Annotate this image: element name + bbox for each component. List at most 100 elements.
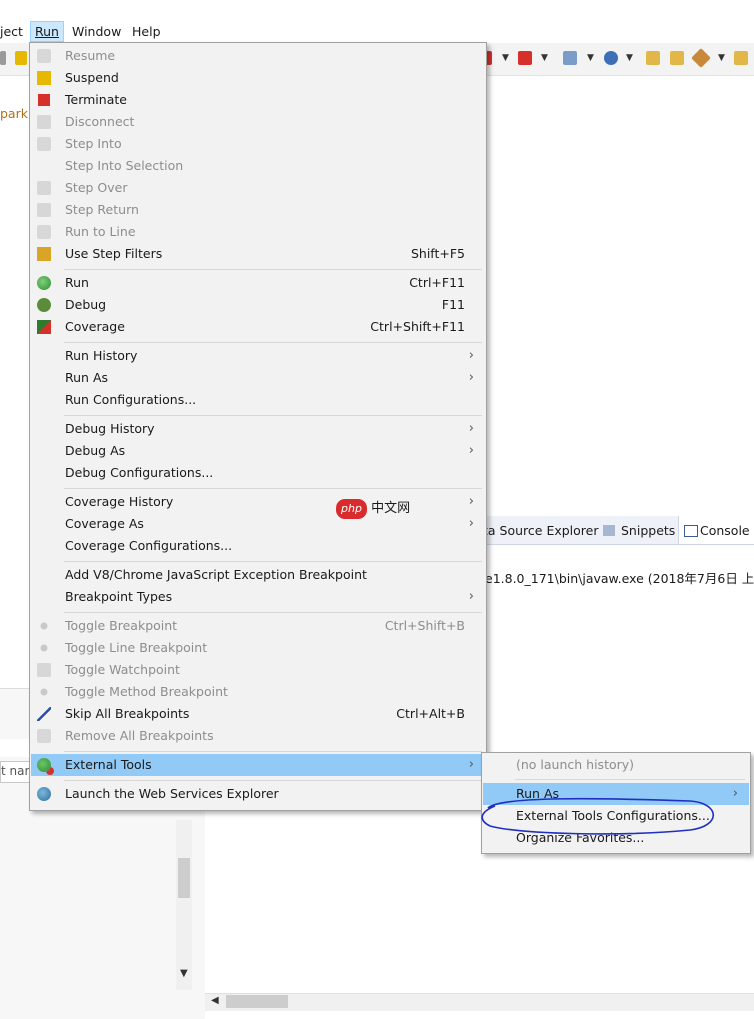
menu-item-step-into-selection[interactable]: Step Into Selection [31,155,485,177]
watchpoint-icon [37,663,51,677]
chevron-down-icon[interactable]: ▼ [626,53,633,63]
menu-item-label: Coverage As [65,516,144,531]
toolbar-open-folder-icon[interactable] [670,51,684,65]
submenu-item-run-as[interactable]: Run As › [483,783,749,805]
chevron-right-icon: › [468,443,474,458]
menu-item-run-to-line[interactable]: Run to Line [31,221,485,243]
chevron-down-icon[interactable]: ▼ [587,53,594,63]
web-services-icon [37,787,51,801]
submenu-item-external-tools-configurations[interactable]: External Tools Configurations... [483,805,749,827]
menu-item-resume[interactable]: Resume [31,45,485,67]
menu-item-toggle-line-breakpoint[interactable]: Toggle Line Breakpoint [31,637,485,659]
menu-item-label: External Tools Configurations... [516,808,710,823]
chevron-down-icon[interactable]: ▼ [541,53,548,63]
menu-item-run-as[interactable]: Run As › [31,367,485,389]
menu-item-label: Debug History [65,421,155,436]
menu-item-add-v8-exception-breakpoint[interactable]: Add V8/Chrome JavaScript Exception Break… [31,564,485,586]
left-lower-toolbar [0,739,30,757]
menu-item-coverage-configurations[interactable]: Coverage Configurations... [31,535,485,557]
chevron-right-icon: › [468,421,474,436]
menu-item-toggle-method-breakpoint[interactable]: Toggle Method Breakpoint [31,681,485,703]
tab-snippets[interactable]: Snippets [621,523,675,538]
external-tools-submenu: (no launch history) Run As › External To… [481,752,751,854]
menu-item-toggle-watchpoint[interactable]: Toggle Watchpoint [31,659,485,681]
menu-item-label: Debug [65,297,107,312]
menu-item-skip-all-breakpoints[interactable]: Skip All Breakpoints Ctrl+Alt+B [31,703,485,725]
menu-item-toggle-breakpoint[interactable]: Toggle Breakpoint Ctrl+Shift+B [31,615,485,637]
menu-item-label: Run History [65,348,138,363]
menu-item-run-configurations[interactable]: Run Configurations... [31,389,485,411]
menu-separator [64,612,482,613]
menu-item-debug-configurations[interactable]: Debug Configurations... [31,462,485,484]
chevron-down-icon[interactable]: ▼ [718,53,725,63]
vertical-scrollbar[interactable] [176,820,192,990]
menu-item-step-return[interactable]: Step Return [31,199,485,221]
chevron-down-icon[interactable]: ▼ [502,53,509,63]
project-name-fragment[interactable]: park [0,106,28,121]
menu-item-coverage-as[interactable]: Coverage As › [31,513,485,535]
resume-icon [37,49,51,63]
menu-item-run-history[interactable]: Run History › [31,345,485,367]
menu-separator [64,780,482,781]
toolbar-open-icon[interactable] [646,51,660,65]
run-to-line-icon [37,225,51,239]
terminate-icon [38,94,50,106]
menu-window[interactable]: Window [68,22,125,41]
horizontal-scroll-thumb[interactable] [226,995,288,1008]
menu-item-label: Organize Favorites... [516,830,645,845]
menu-item-label: Add V8/Chrome JavaScript Exception Break… [65,567,367,582]
menu-item-step-over[interactable]: Step Over [31,177,485,199]
menu-item-debug-as[interactable]: Debug As › [31,440,485,462]
menu-item-breakpoint-types[interactable]: Breakpoint Types › [31,586,485,608]
menu-item-use-step-filters[interactable]: Use Step Filters Shift+F5 [31,243,485,265]
toolbar-class-icon[interactable] [604,51,618,65]
toolbar-suspend-icon[interactable] [15,51,27,65]
menu-item-label: Terminate [65,92,127,107]
menu-item-coverage-history[interactable]: Coverage History › [31,491,485,513]
toolbar-folder-icon[interactable] [734,51,748,65]
menu-item-label: (no launch history) [516,757,635,772]
toolbar-tool-icon[interactable] [691,48,711,68]
submenu-item-organize-favorites[interactable]: Organize Favorites... [483,827,749,849]
vertical-scroll-thumb[interactable] [178,858,190,898]
tab-console[interactable]: Console [700,523,750,538]
toolbar-arrow-icon[interactable] [0,51,6,65]
menu-item-label: Coverage History [65,494,174,509]
menu-item-label: Resume [65,48,116,63]
step-over-icon [37,181,51,195]
submenu-item-no-launch-history: (no launch history) [483,754,749,776]
menu-item-label: Disconnect [65,114,135,129]
menu-separator [515,779,745,780]
scroll-down-icon[interactable]: ▼ [180,968,188,979]
menu-project[interactable]: ject [0,22,27,41]
menu-item-label: Run Configurations... [65,392,197,407]
menu-item-debug[interactable]: Debug F11 [31,294,485,316]
menu-item-coverage[interactable]: Coverage Ctrl+Shift+F11 [31,316,485,338]
menu-item-terminate[interactable]: Terminate [31,89,485,111]
menu-bar: ject Run Window Help [0,20,754,42]
menu-item-external-tools[interactable]: External Tools › [31,754,485,776]
menu-item-debug-history[interactable]: Debug History › [31,418,485,440]
menu-item-label: Launch the Web Services Explorer [65,786,279,801]
menu-run[interactable]: Run [30,21,64,42]
menu-item-step-into[interactable]: Step Into [31,133,485,155]
chevron-right-icon: › [468,516,474,531]
menu-item-label: External Tools [65,757,152,772]
menu-item-remove-all-breakpoints[interactable]: Remove All Breakpoints [31,725,485,747]
menu-item-label: Step Over [65,180,128,195]
watermark-text: 中文网 [371,501,411,516]
toolbar-new-icon[interactable] [563,51,577,65]
tab-data-source-explorer[interactable]: ta Source Explorer [483,523,599,538]
menu-item-launch-web-services-explorer[interactable]: Launch the Web Services Explorer [31,783,485,805]
filter-input[interactable]: t nam [0,761,32,783]
menu-item-label: Run [65,275,89,290]
scroll-left-icon[interactable]: ◀ [211,995,219,1006]
coverage-icon [37,320,51,334]
menu-item-label: Use Step Filters [65,246,163,261]
toolbar-run-last-icon[interactable] [518,51,532,65]
menu-item-label: Run As [65,370,109,385]
menu-help[interactable]: Help [128,22,165,41]
menu-item-disconnect[interactable]: Disconnect [31,111,485,133]
menu-item-suspend[interactable]: Suspend [31,67,485,89]
menu-item-run[interactable]: Run Ctrl+F11 [31,272,485,294]
